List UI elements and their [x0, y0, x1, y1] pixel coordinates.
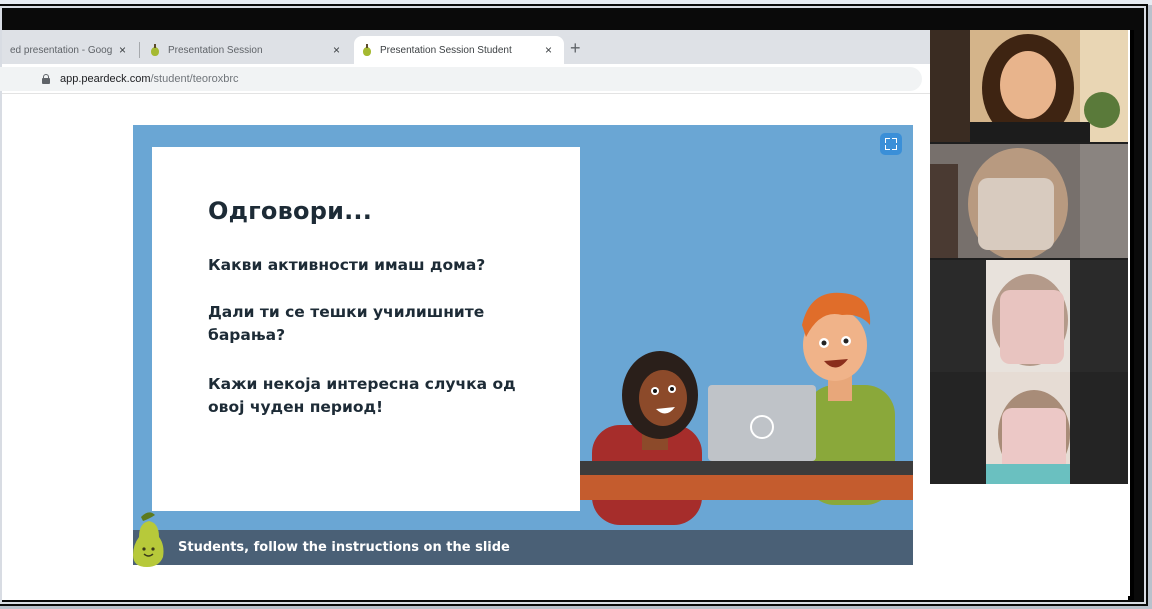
teacher-image [930, 30, 1128, 142]
tab-separator [139, 42, 140, 58]
lock-icon[interactable] [42, 74, 50, 84]
address-bar[interactable]: app.peardeck.com /student/teoroxbrc [0, 67, 922, 91]
url-host: app.peardeck.com [60, 73, 151, 85]
slide-question-2: Дали ти се тешки училишните барања? [208, 303, 485, 344]
tab-presentation-session-student[interactable]: Presentation Session Student × [354, 36, 564, 64]
laptop [708, 385, 816, 461]
slide: Одговори... Какви активности имаш дома? … [133, 125, 913, 567]
instructions-text: Students, follow the instructions on the… [178, 540, 510, 555]
tab-presentation-session[interactable]: Presentation Session × [142, 36, 352, 64]
pear-icon [362, 44, 372, 56]
pear-mascot-icon [133, 512, 164, 567]
browser-toolbar: app.peardeck.com /student/teoroxbrc [0, 64, 930, 94]
tab-label: Presentation Session Student [380, 44, 512, 56]
screen: ed presentation - Goog × Presentation Se… [0, 30, 1134, 600]
tab-label: Presentation Session [168, 44, 263, 56]
tab-label: ed presentation - Goog [10, 44, 113, 56]
desk-top [580, 461, 913, 475]
screenshot-frame: ed presentation - Goog × Presentation Se… [0, 6, 1146, 604]
participant-video-3[interactable] [930, 260, 1128, 372]
participant-video-4[interactable] [930, 372, 1128, 484]
close-icon[interactable]: × [115, 43, 130, 57]
participant-video-2[interactable] [930, 144, 1128, 258]
students-illustration [580, 292, 913, 525]
slide-question-1: Какви активности имаш дома? [208, 256, 486, 274]
slide-question-3: Кажи некоја интересна случка од овој чуд… [208, 375, 516, 416]
url-path: /student/teoroxbrc [150, 73, 239, 85]
participant-image [930, 260, 1128, 372]
close-icon[interactable]: × [329, 43, 344, 57]
tab-google-slides[interactable]: ed presentation - Goog × [2, 36, 138, 64]
slide-title: Одговори... [208, 197, 373, 225]
video-participants [930, 30, 1128, 600]
empty-video-area [930, 484, 1128, 600]
instructions-bar: Students, follow the instructions on the… [133, 530, 913, 565]
plus-icon[interactable]: + [570, 38, 581, 59]
page-content: Одговори... Какви активности имаш дома? … [2, 95, 930, 600]
fullscreen-icon[interactable] [880, 133, 902, 155]
close-icon[interactable]: × [541, 43, 556, 57]
browser-tabstrip: ed presentation - Goog × Presentation Se… [2, 30, 930, 64]
pear-icon [150, 44, 160, 56]
desk-front [580, 475, 913, 500]
participant-video-teacher[interactable] [930, 30, 1128, 142]
slide-text-card: Одговори... Какви активности имаш дома? … [152, 147, 580, 511]
participant-image [930, 372, 1128, 484]
participant-image [930, 144, 1128, 258]
